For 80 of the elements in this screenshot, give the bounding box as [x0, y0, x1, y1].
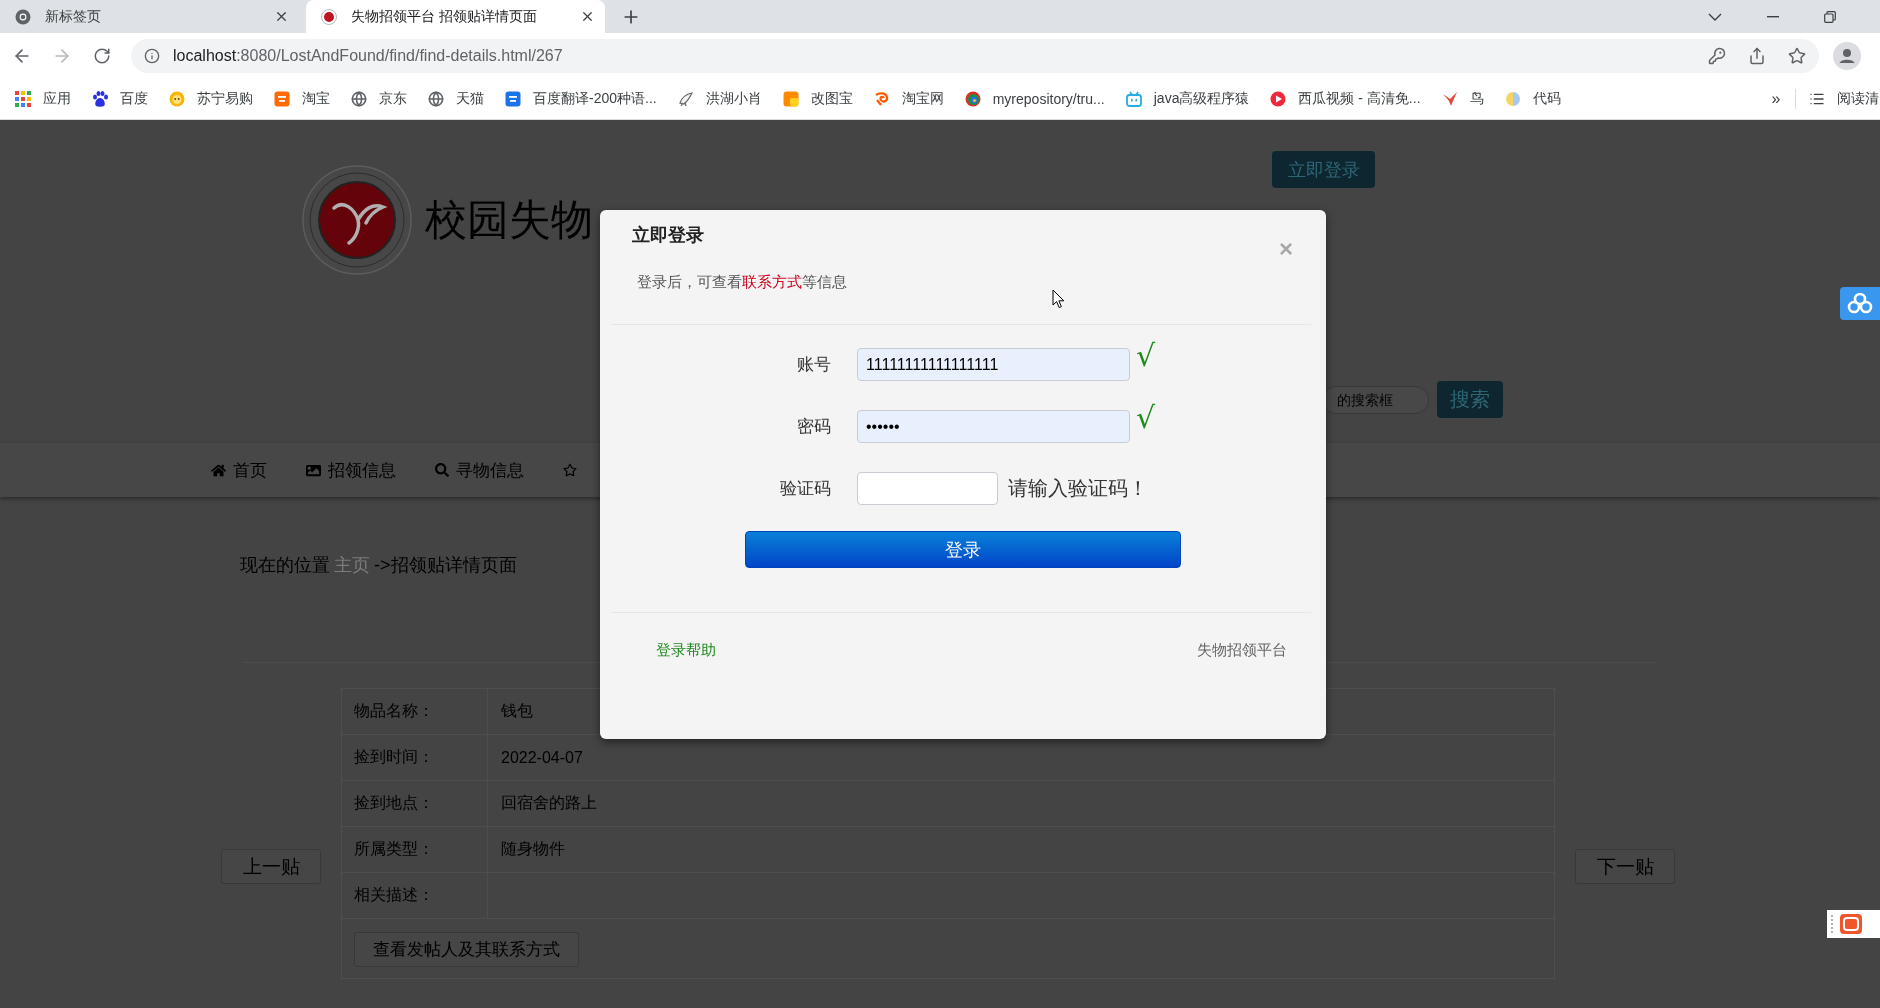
- submit-button[interactable]: 登录: [745, 531, 1181, 568]
- square-logo-icon: [505, 90, 521, 107]
- login-notice: 登录后，可查看联系方式等信息: [636, 272, 848, 292]
- field-value: 回宿舍的路上: [501, 793, 597, 813]
- address-bar[interactable]: localhost:8080/LostAndFound/find/find-details.html/267: [131, 38, 1819, 73]
- field-label: 账号: [797, 354, 831, 376]
- bookmark[interactable]: 代码: [1504, 89, 1561, 108]
- restore-icon: [1823, 10, 1836, 23]
- valid-mark: √: [1136, 402, 1156, 434]
- captcha-hint: 请输入验证码！: [1008, 476, 1148, 501]
- reading-list-button[interactable]: 阅读清: [1809, 89, 1880, 108]
- field-label: 密码: [797, 416, 831, 438]
- star-icon[interactable]: [563, 463, 577, 477]
- reload-icon: [93, 46, 111, 65]
- apps-grid-icon: [15, 90, 31, 107]
- key-icon[interactable]: [1708, 46, 1726, 65]
- url-text: localhost:8080/LostAndFound/find/find-details.html/267: [173, 46, 564, 65]
- field-value: 钱包: [501, 701, 533, 721]
- avatar-icon[interactable]: [1833, 41, 1861, 70]
- field-label: 物品名称：: [354, 701, 434, 721]
- home-icon: [211, 462, 226, 478]
- bookmark[interactable]: java高级程序猿: [1125, 89, 1250, 108]
- footer-brand: 失物招领平台: [1197, 640, 1287, 660]
- search-icon: [435, 463, 449, 477]
- field-value: 2022-04-07: [501, 748, 583, 767]
- captcha-field[interactable]: [857, 472, 998, 505]
- dialog-title: 立即登录: [632, 224, 704, 246]
- grip-icon[interactable]: [1830, 914, 1834, 934]
- bookmark[interactable]: 百度翻译-200种语...: [505, 89, 657, 108]
- bird-sketch-icon: [677, 90, 694, 107]
- cloud-icon[interactable]: [1840, 287, 1880, 320]
- bookmark[interactable]: 百度: [92, 89, 148, 108]
- browser-tab[interactable]: 新标签页: [0, 0, 299, 33]
- play-icon: [1270, 90, 1287, 107]
- password-field[interactable]: ••••••: [857, 410, 1130, 443]
- bookmark[interactable]: 淘宝: [274, 89, 330, 108]
- bookmark[interactable]: myrepository/tru...: [964, 90, 1105, 107]
- globe-icon: [351, 90, 367, 107]
- valid-mark: √: [1136, 340, 1156, 372]
- emblem-icon: [321, 8, 337, 25]
- half-circle-icon: [1504, 90, 1521, 107]
- square-logo-icon: [782, 90, 799, 107]
- share-icon[interactable]: [1748, 46, 1766, 65]
- more-bookmarks-button[interactable]: »: [1766, 89, 1786, 108]
- info-icon: [144, 47, 160, 64]
- breadcrumb-label: 现在的位置: [240, 555, 330, 575]
- field-label: 相关描述：: [354, 885, 434, 905]
- bookmark[interactable]: 淘宝网: [873, 89, 944, 108]
- tv-icon: [1125, 90, 1142, 107]
- minimize-icon: [1766, 15, 1779, 18]
- bookmark[interactable]: 洪湖小肖: [677, 89, 762, 108]
- chevron-down-icon: [1708, 12, 1722, 21]
- bookmark[interactable]: 应用: [15, 89, 71, 108]
- browser-tab[interactable]: 失物招领平台 招领贴详情页面: [306, 0, 605, 33]
- image-icon: [306, 462, 321, 478]
- site-title: 校园失物: [425, 196, 593, 245]
- globe-icon: [428, 90, 444, 107]
- rings-logo-icon: [964, 90, 981, 107]
- cursor-icon: [1052, 289, 1065, 309]
- field-label: 验证码: [780, 478, 831, 500]
- bookmark[interactable]: 苏宁易购: [169, 89, 253, 108]
- face-icon: [169, 90, 185, 107]
- bookmark[interactable]: 京东: [351, 89, 407, 108]
- swirl-icon: [873, 90, 890, 107]
- field-label: 捡到时间：: [354, 747, 434, 767]
- help-link[interactable]: 登录帮助: [656, 640, 716, 660]
- field-label: 捡到地点：: [354, 793, 434, 813]
- breadcrumb-current: ->招领贴详情页面: [374, 555, 517, 575]
- bookmark[interactable]: 天猫: [428, 89, 484, 108]
- account-field[interactable]: 11111111111111111: [857, 348, 1130, 381]
- logo-icon[interactable]: [1840, 914, 1862, 934]
- square-logo-icon: [274, 90, 290, 107]
- bookmark[interactable]: 鸟: [1441, 89, 1484, 108]
- field-value: 随身物件: [501, 839, 565, 859]
- field-label: 所属类型：: [354, 839, 434, 859]
- circle-logo-icon: [15, 8, 31, 25]
- star-icon[interactable]: [1788, 46, 1806, 65]
- paw-icon: [92, 90, 108, 107]
- bookmark[interactable]: 西瓜视频 - 高清免...: [1270, 89, 1421, 108]
- bookmark[interactable]: 改图宝: [782, 89, 853, 108]
